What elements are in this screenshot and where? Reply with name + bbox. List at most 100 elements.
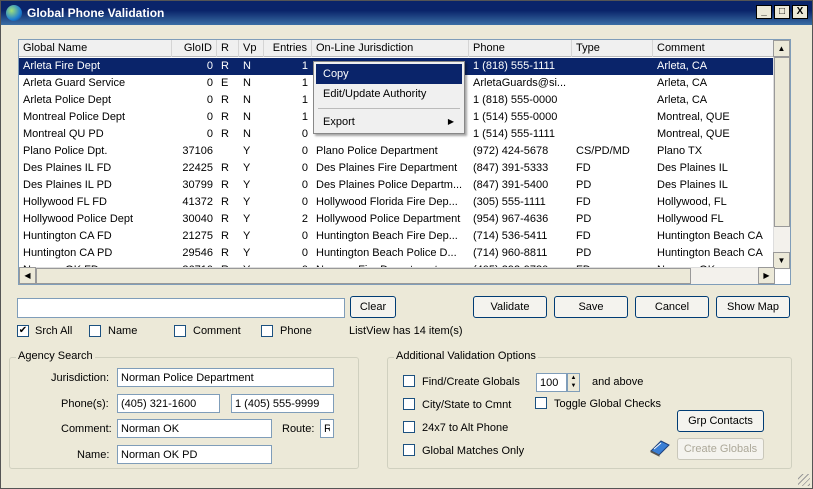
- cell-type: [572, 126, 653, 143]
- clear-button[interactable]: Clear: [350, 296, 396, 318]
- submenu-arrow-icon: ▶: [447, 117, 454, 126]
- threshold-spinner-input[interactable]: [536, 373, 567, 392]
- context-menu-copy[interactable]: Copy: [316, 64, 462, 84]
- route-label: Route:: [282, 423, 315, 435]
- cell-comment: Huntington Beach CA: [657, 247, 763, 259]
- context-menu-export[interactable]: Export ▶: [316, 112, 462, 132]
- show-map-button[interactable]: Show Map: [716, 296, 790, 318]
- col-header-global-name[interactable]: Global Name: [19, 40, 172, 57]
- minimize-button[interactable]: _: [756, 5, 772, 19]
- srch-all-checkbox[interactable]: ✔: [17, 325, 29, 337]
- context-menu-edit-authority[interactable]: Edit/Update Authority: [316, 84, 462, 104]
- cell-gloid: 22425: [182, 162, 213, 174]
- col-header-type[interactable]: Type: [572, 40, 653, 57]
- cell-entries: 0: [301, 145, 308, 157]
- cell-vp: N: [243, 94, 251, 106]
- find-create-checkbox[interactable]: [403, 375, 415, 387]
- cell-comment: Arleta, CA: [657, 60, 708, 72]
- context-menu: Copy Edit/Update Authority Export ▶: [313, 61, 465, 134]
- col-header-entries[interactable]: Entries: [264, 40, 312, 57]
- cell-gloid: 29546: [182, 247, 213, 259]
- list-horizontal-scrollbar[interactable]: ◀ ▶: [19, 267, 775, 284]
- jurisdiction-field[interactable]: [117, 368, 334, 387]
- cell-entries: 0: [301, 179, 308, 191]
- alt-phone-checkbox[interactable]: [403, 421, 415, 433]
- table-row[interactable]: Huntington CA FD 21275 R Y 0 Huntington Beach…: [19, 228, 790, 245]
- cell-r: R: [221, 111, 229, 123]
- cell-comment: Arleta, CA: [657, 77, 708, 89]
- route-field[interactable]: [320, 419, 334, 438]
- horizontal-scroll-thumb[interactable]: [36, 268, 691, 284]
- table-row[interactable]: Des Plaines IL PD 30799 R Y 0 Des Plaines Pol…: [19, 177, 790, 194]
- global-matches-checkbox[interactable]: [403, 444, 415, 456]
- cell-global-name: Arleta Police Dept: [23, 94, 112, 106]
- table-row[interactable]: Plano Police Dpt. 37106 Y 0 Plano Police Dep…: [19, 143, 790, 160]
- table-row[interactable]: Hollywood FL FD 41372 R Y 0 Hollywood Florida…: [19, 194, 790, 211]
- close-button[interactable]: X: [792, 5, 808, 19]
- cell-jurisdiction: Huntington Beach Police D...: [316, 247, 457, 259]
- cell-type: FD: [576, 196, 591, 208]
- phone-checkbox[interactable]: [261, 325, 273, 337]
- toggle-global-checkbox[interactable]: [535, 397, 547, 409]
- context-menu-separator: [318, 108, 460, 109]
- comment-checkbox[interactable]: [174, 325, 186, 337]
- cell-comment: Huntington Beach CA: [657, 230, 763, 242]
- spinner-arrows-icon[interactable]: ▲ ▼: [567, 373, 580, 392]
- save-button[interactable]: Save: [554, 296, 628, 318]
- col-header-comment[interactable]: Comment: [653, 40, 775, 57]
- book-icon[interactable]: [649, 437, 671, 457]
- table-row[interactable]: Huntington CA PD 29546 R Y 0 Huntington Beach…: [19, 245, 790, 262]
- cell-jurisdiction: Hollywood Police Department: [316, 213, 461, 225]
- scroll-down-icon[interactable]: ▼: [773, 252, 790, 269]
- restore-button[interactable]: □: [774, 5, 790, 19]
- cell-phone: 1 (514) 555-0000: [473, 111, 558, 123]
- scroll-left-icon[interactable]: ◀: [19, 267, 36, 284]
- comment-field-label: Comment:: [61, 423, 112, 435]
- cell-entries: 0: [301, 128, 308, 140]
- scroll-right-icon[interactable]: ▶: [758, 267, 775, 284]
- phone1-field[interactable]: [117, 394, 220, 413]
- table-row[interactable]: Des Plaines IL FD 22425 R Y 0 Des Plaines Fir…: [19, 160, 790, 177]
- cell-comment: Des Plaines IL: [657, 179, 728, 191]
- table-row[interactable]: Hollywood Police Dept 30040 R Y 2 Hollywood P…: [19, 211, 790, 228]
- cell-gloid: 30799: [182, 179, 213, 191]
- cell-global-name: Montreal QU PD: [23, 128, 104, 140]
- cell-type: PD: [576, 179, 592, 191]
- cell-r: R: [221, 230, 229, 242]
- cell-type: CS/PD/MD: [576, 145, 630, 157]
- col-header-phone[interactable]: Phone: [469, 40, 572, 57]
- name-checkbox[interactable]: [89, 325, 101, 337]
- cell-r: R: [221, 247, 229, 259]
- grp-contacts-button[interactable]: Grp Contacts: [677, 410, 764, 432]
- phone2-field[interactable]: [231, 394, 334, 413]
- search-input[interactable]: [17, 298, 345, 318]
- window-title: Global Phone Validation: [27, 6, 165, 20]
- col-header-jurisdiction[interactable]: On-Line Jurisdiction: [312, 40, 469, 57]
- cell-phone: (305) 555-1111: [473, 196, 546, 208]
- cell-gloid: 41372: [182, 196, 213, 208]
- col-header-vp[interactable]: Vp: [239, 40, 264, 57]
- cell-entries: 1: [301, 111, 308, 123]
- name-field[interactable]: [117, 445, 272, 464]
- validate-button[interactable]: Validate: [473, 296, 547, 318]
- col-header-gloid[interactable]: GloID: [172, 40, 217, 57]
- cell-comment: Montreal, QUE: [657, 111, 730, 123]
- list-vertical-scrollbar[interactable]: ▲ ▼: [773, 40, 790, 269]
- city-state-checkbox[interactable]: [403, 398, 415, 410]
- col-header-r[interactable]: R: [217, 40, 239, 57]
- vertical-scroll-thumb[interactable]: [774, 57, 790, 227]
- list-header: Global Name GloID R Vp Entries On-Line J…: [19, 40, 790, 57]
- cell-gloid: 0: [206, 111, 213, 123]
- cell-type: PD: [576, 213, 592, 225]
- cell-global-name: Arleta Fire Dept: [23, 60, 101, 72]
- cell-r: [217, 143, 239, 160]
- resize-grip-icon[interactable]: [798, 474, 810, 486]
- comment-field[interactable]: [117, 419, 272, 438]
- cancel-button[interactable]: Cancel: [635, 296, 709, 318]
- create-globals-button[interactable]: Create Globals: [677, 438, 764, 460]
- scroll-up-icon[interactable]: ▲: [773, 40, 790, 57]
- cell-phone: 1 (818) 555-0000: [473, 94, 558, 106]
- cell-vp: Y: [243, 247, 251, 259]
- cell-r: R: [221, 60, 229, 72]
- cell-vp: Y: [243, 230, 251, 242]
